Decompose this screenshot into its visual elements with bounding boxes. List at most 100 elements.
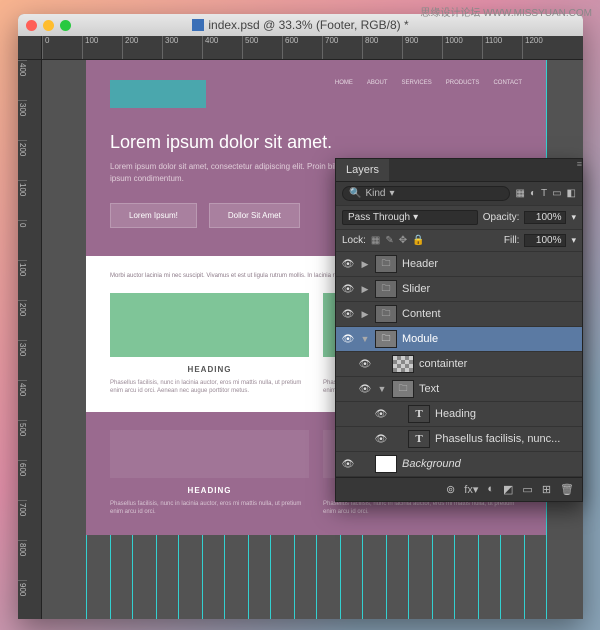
filter-kind-dropdown[interactable]: 🔍 Kind ▾	[342, 186, 510, 201]
nav-item[interactable]: ABOUT	[367, 80, 388, 86]
layer-name[interactable]: Slider	[402, 283, 577, 295]
folder-layer-icon: 🗀	[375, 330, 397, 348]
nav-item[interactable]: CONTACT	[493, 80, 522, 86]
visibility-toggle-icon[interactable]: 👁	[374, 409, 388, 420]
lock-label: Lock:	[342, 235, 366, 246]
layer-name[interactable]: Module	[402, 333, 577, 345]
visibility-toggle-icon[interactable]: 👁	[358, 359, 372, 370]
layer-row[interactable]: 👁▶🗀Header	[336, 252, 582, 277]
layer-row[interactable]: 👁 ▶ 🗀 Content	[336, 302, 582, 327]
fill-label: Fill:	[504, 235, 520, 246]
visibility-toggle-icon[interactable]: 👁	[358, 384, 372, 395]
filter-shape-icon[interactable]: ▭	[552, 188, 561, 199]
nav-item[interactable]: HOME	[335, 80, 353, 86]
lock-row: Lock: ▦ ✎ ✥ 🔒 Fill: 100% ▾	[336, 230, 582, 252]
filter-type-icons: ▦ ◐ T ▭ ◧	[515, 188, 576, 199]
layer-filter-row: 🔍 Kind ▾ ▦ ◐ T ▭ ◧	[336, 182, 582, 206]
psd-file-icon	[192, 19, 204, 31]
filter-adjust-icon[interactable]: ◐	[530, 188, 536, 199]
card-image-placeholder	[110, 293, 309, 357]
text-layer-icon: T	[408, 430, 430, 448]
logo-placeholder	[110, 80, 206, 108]
opacity-label: Opacity:	[483, 212, 520, 223]
opacity-field[interactable]: 100%	[524, 211, 566, 224]
disclosure-arrow-icon[interactable]: ▼	[360, 334, 370, 344]
trans-layer-icon	[392, 355, 414, 373]
card-body: Phasellus facilisis, nunc in lacinia auc…	[323, 500, 522, 517]
panel-footer-icon[interactable]: ⊚	[446, 483, 455, 496]
window-title: index.psd @ 33.3% (Footer, RGB/8) *	[18, 18, 583, 32]
visibility-toggle-icon[interactable]: 👁	[341, 284, 355, 295]
layer-name[interactable]: Background	[402, 458, 577, 470]
layers-list: 👁▶🗀Header👁▶🗀Slider👁▶🗀Content👁▼🗀Module👁co…	[336, 252, 582, 477]
filter-pixel-icon[interactable]: ▦	[515, 188, 524, 199]
lock-all-icon[interactable]: 🔒	[412, 235, 424, 246]
layer-name[interactable]: Header	[402, 258, 577, 270]
white-layer-icon	[375, 455, 397, 473]
layer-row[interactable]: 👁 T Phasellus facilisis, nunc...	[336, 427, 582, 452]
card-body: Phasellus facilisis, nunc in lacinia auc…	[110, 379, 309, 396]
layer-row[interactable]: 👁 ▶ 🗀 Slider	[336, 277, 582, 302]
panel-tabs: Layers ≡	[336, 159, 582, 182]
layer-name[interactable]: containter	[419, 358, 577, 370]
ruler-horizontal[interactable]: 0100200300400500600700800900100011001200	[42, 36, 583, 60]
chevron-down-icon[interactable]: ▾	[571, 212, 576, 223]
blend-mode-value: Pass Through	[348, 212, 410, 223]
tab-layers[interactable]: Layers	[336, 159, 389, 181]
module-card: HEADING Phasellus facilisis, nunc in lac…	[110, 430, 309, 517]
layer-name[interactable]: Content	[402, 308, 577, 320]
chevron-down-icon: ▾	[413, 212, 418, 223]
panel-footer-icon[interactable]: fx▾	[464, 483, 478, 496]
visibility-toggle-icon[interactable]: 👁	[341, 459, 355, 470]
nav-item[interactable]: PRODUCTS	[446, 80, 480, 86]
card-heading: HEADING	[110, 486, 309, 495]
layer-row[interactable]: 👁THeading	[336, 402, 582, 427]
ruler-vertical[interactable]: 4003002001000100200300400500600700800900	[18, 60, 42, 619]
ruler-origin[interactable]	[18, 36, 42, 60]
card-body: Phasellus facilisis, nunc in lacinia auc…	[110, 500, 309, 517]
lock-transparency-icon[interactable]: ▦	[371, 235, 380, 246]
layer-name[interactable]: Heading	[435, 408, 577, 420]
layers-panel[interactable]: Layers ≡ 🔍 Kind ▾ ▦ ◐ T ▭ ◧ Pass Through…	[335, 158, 583, 502]
panel-footer: ⊚ fx▾ ◐ ◩ ▭ ⊞ 🗑	[336, 477, 582, 501]
layer-name[interactable]: Phasellus facilisis, nunc...	[435, 433, 577, 445]
disclosure-arrow-icon[interactable]: ▼	[377, 384, 387, 394]
lock-paint-icon[interactable]: ✎	[385, 235, 393, 246]
fill-field[interactable]: 100%	[524, 234, 566, 247]
lock-icons: ▦ ✎ ✥ 🔒	[371, 235, 425, 246]
panel-menu-icon[interactable]: ≡	[577, 159, 582, 181]
lock-position-icon[interactable]: ✥	[399, 235, 407, 246]
hero-button-1[interactable]: Lorem Ipsum!	[110, 203, 197, 228]
filter-kind-label: Kind	[365, 188, 385, 199]
filter-smart-icon[interactable]: ◧	[567, 188, 576, 199]
visibility-toggle-icon[interactable]: 👁	[341, 334, 355, 345]
visibility-toggle-icon[interactable]: 👁	[341, 259, 355, 270]
layer-row[interactable]: 👁 containter	[336, 352, 582, 377]
watermark: 思缘设计论坛 WWW.MISSYUAN.COM	[420, 4, 592, 19]
hero-heading: Lorem ipsum dolor sit amet.	[110, 132, 522, 153]
disclosure-arrow-icon[interactable]: ▶	[360, 284, 370, 295]
layer-row[interactable]: 👁 Background	[336, 452, 582, 477]
hero-button-2[interactable]: Dollor Sit Amet	[209, 203, 300, 228]
disclosure-arrow-icon[interactable]: ▶	[360, 309, 370, 320]
visibility-toggle-icon[interactable]: 👁	[374, 434, 388, 445]
panel-footer-icon[interactable]: 🗑	[560, 483, 574, 496]
blend-mode-dropdown[interactable]: Pass Through ▾	[342, 210, 478, 225]
chevron-down-icon[interactable]: ▾	[571, 235, 576, 246]
blend-row: Pass Through ▾ Opacity: 100% ▾	[336, 206, 582, 230]
panel-footer-icon[interactable]: ◐	[487, 483, 494, 496]
module-card: HEADING Phasellus facilisis, nunc in lac…	[110, 293, 309, 396]
layer-row[interactable]: 👁 ▼ 🗀 Module	[336, 327, 582, 352]
visibility-toggle-icon[interactable]: 👁	[341, 309, 355, 320]
layer-name[interactable]: Text	[419, 383, 577, 395]
disclosure-arrow-icon[interactable]: ▶	[360, 259, 370, 270]
layer-row[interactable]: 👁▼🗀Text	[336, 377, 582, 402]
filter-text-icon[interactable]: T	[541, 188, 547, 199]
folder-layer-icon: 🗀	[375, 305, 397, 323]
panel-footer-icon[interactable]: ⊞	[542, 483, 551, 496]
folder-layer-icon: 🗀	[375, 280, 397, 298]
panel-footer-icon[interactable]: ◩	[503, 483, 513, 496]
window-title-text: index.psd @ 33.3% (Footer, RGB/8) *	[208, 18, 408, 32]
panel-footer-icon[interactable]: ▭	[522, 483, 532, 496]
nav-item[interactable]: SERVICES	[402, 80, 432, 86]
